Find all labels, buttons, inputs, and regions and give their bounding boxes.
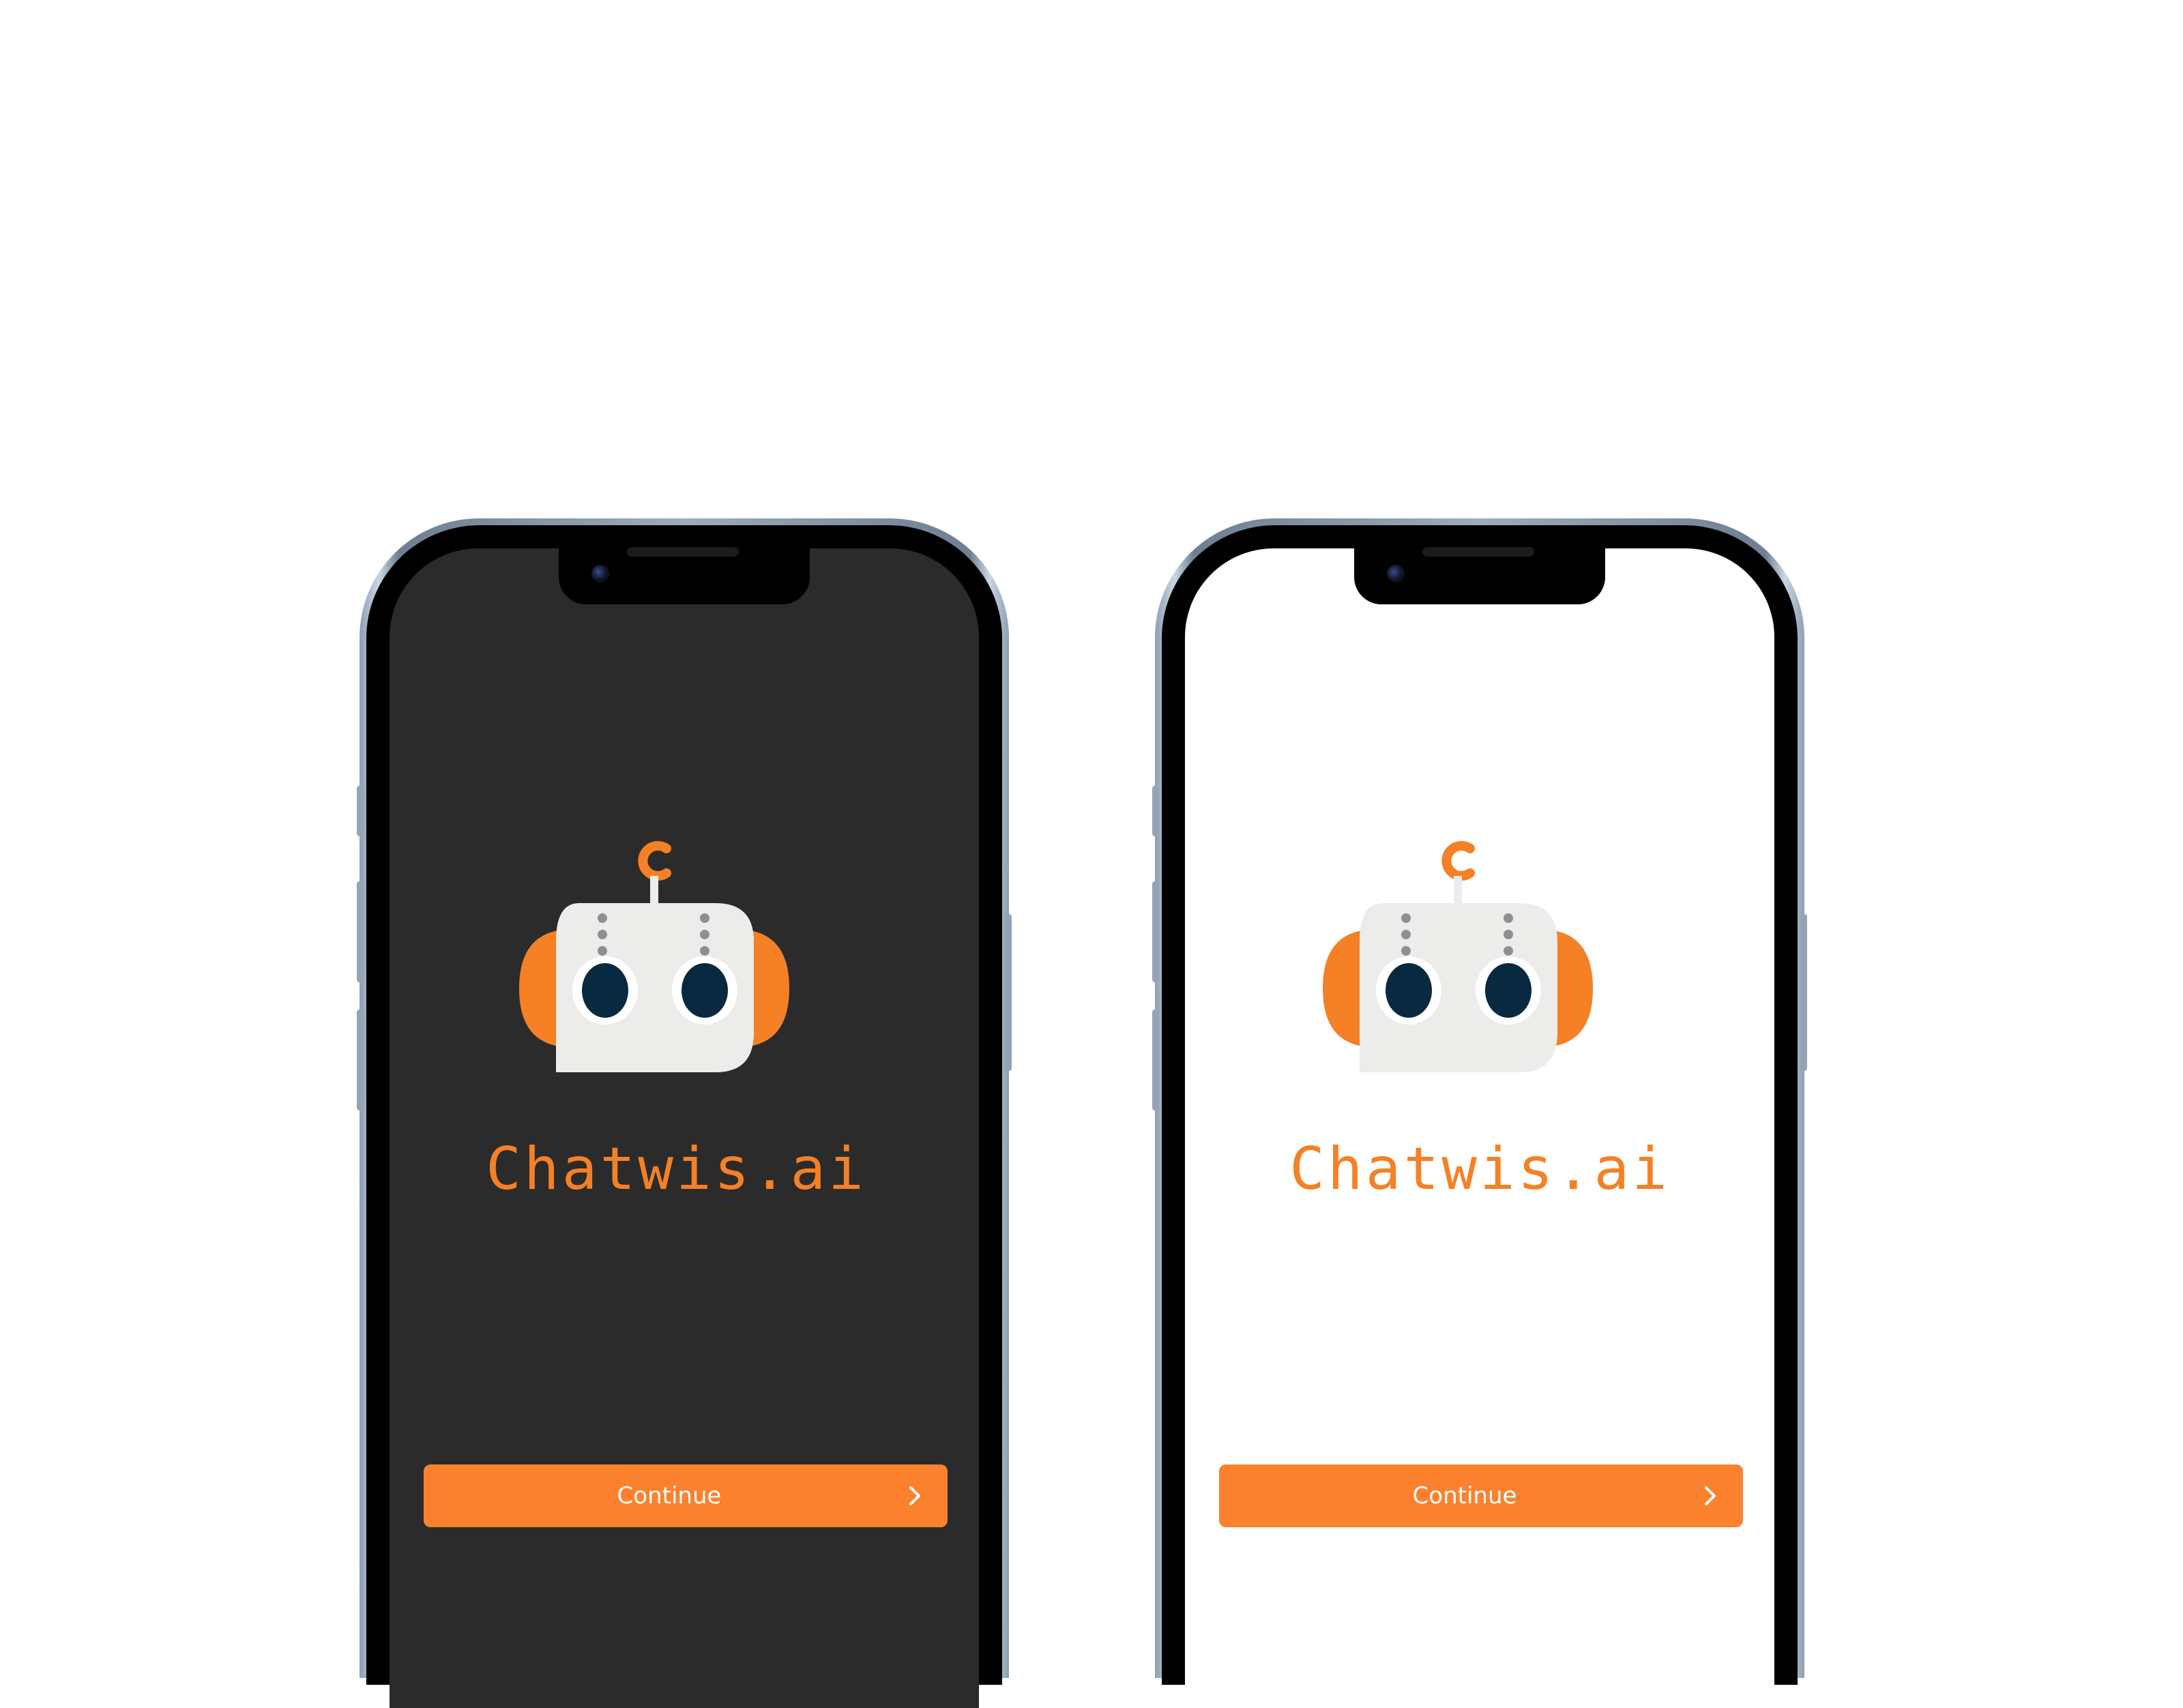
- volume-up-button: [1152, 881, 1159, 982]
- continue-button[interactable]: Continue: [1219, 1464, 1743, 1527]
- front-camera: [591, 565, 609, 583]
- robot-head-icon: [1315, 835, 1601, 1094]
- splash-screen: Chatwis.ai Continue: [390, 548, 979, 1708]
- volume-down-button: [1152, 1010, 1159, 1110]
- notch: [559, 547, 810, 604]
- power-button: [1005, 914, 1012, 1071]
- brand-name: Chatwis.ai: [486, 1135, 866, 1203]
- brand-name: Chatwis.ai: [1289, 1135, 1670, 1203]
- phone-dark-mode: Chatwis.ai Continue: [357, 518, 1012, 1708]
- chevron-right-icon: [909, 1486, 920, 1505]
- side-button: [1152, 786, 1159, 836]
- continue-button[interactable]: Continue: [424, 1464, 948, 1527]
- volume-up-button: [357, 881, 364, 982]
- front-camera: [1387, 565, 1405, 583]
- speaker-grille: [627, 547, 739, 557]
- notch: [1354, 547, 1605, 604]
- speaker-grille: [1422, 547, 1534, 557]
- robot-head-icon: [511, 835, 797, 1094]
- side-button: [357, 786, 364, 836]
- splash-screen: Chatwis.ai Continue: [1185, 548, 1774, 1708]
- continue-button-label: Continue: [1412, 1482, 1517, 1510]
- continue-button-label: Continue: [617, 1482, 722, 1510]
- phone-light-mode: Chatwis.ai Continue: [1152, 518, 1807, 1708]
- volume-down-button: [357, 1010, 364, 1110]
- power-button: [1800, 914, 1807, 1071]
- chevron-right-icon: [1705, 1486, 1716, 1505]
